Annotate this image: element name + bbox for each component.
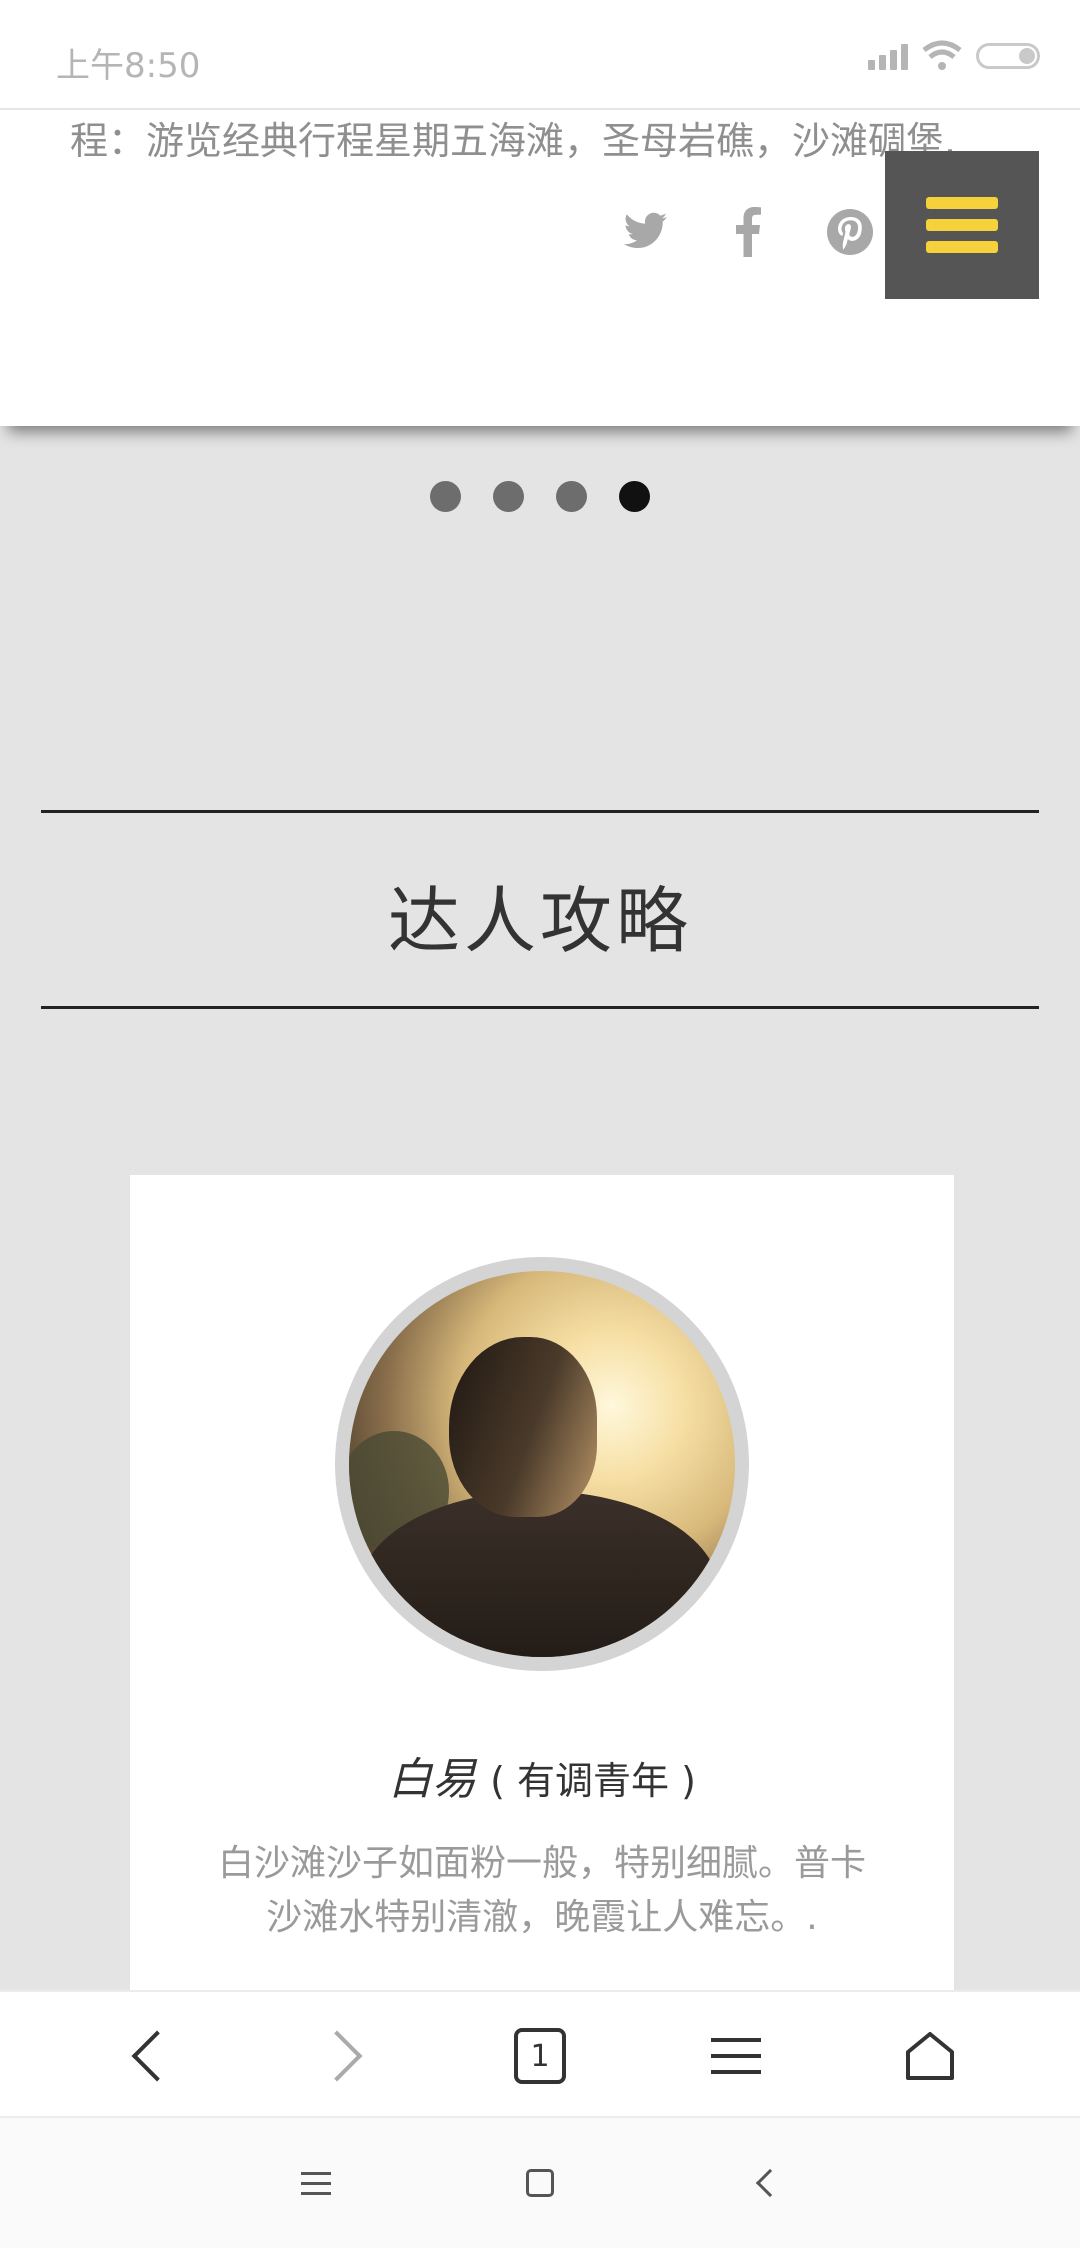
home-icon (906, 2032, 954, 2080)
author-name-line: 白易 ( 有调青年 ) (130, 1743, 954, 1807)
wifi-icon (922, 40, 962, 70)
hamburger-icon (711, 2038, 761, 2074)
recents-icon (301, 2171, 331, 2195)
square-icon (526, 2169, 554, 2197)
signal-icon (868, 42, 908, 70)
system-nav-bar (0, 2118, 1080, 2248)
slide-text: 程：游览经典行程星期五海滩，圣母岩礁，沙滩碉堡. (70, 119, 957, 163)
slider-dots (0, 481, 1080, 512)
tabs-icon: 1 (514, 2028, 566, 2084)
status-icons (868, 40, 1040, 72)
author-description: 白沙滩沙子如面粉一般，特别细腻。普卡沙滩水特别清澈，晚霞让人难忘。. (217, 1843, 866, 1938)
tabs-button[interactable]: 1 (498, 2014, 582, 2098)
slider-dot[interactable] (430, 481, 461, 512)
chevron-left-icon (131, 2030, 183, 2082)
slider-dot[interactable] (493, 481, 524, 512)
twitter-icon[interactable] (620, 206, 672, 258)
section-title: 达人攻略 (387, 879, 692, 963)
slider-dot[interactable] (556, 481, 587, 512)
social-links (620, 206, 876, 258)
avatar-ring (335, 1257, 749, 1671)
tab-count: 1 (530, 2038, 550, 2074)
system-home-button[interactable] (510, 2156, 570, 2210)
status-bar: 上午8:50 (0, 0, 1080, 110)
home-button[interactable] (888, 2014, 972, 2098)
forward-button[interactable] (302, 2014, 386, 2098)
menu-button[interactable] (885, 151, 1039, 299)
back-button[interactable] (108, 2014, 192, 2098)
recents-button[interactable] (286, 2156, 346, 2210)
section-rule-bottom (41, 1006, 1039, 1009)
battery-icon (976, 43, 1040, 69)
status-time: 上午8:50 (56, 46, 201, 86)
pinterest-icon[interactable] (824, 206, 876, 258)
slider-dot-active[interactable] (619, 481, 650, 512)
browser-menu-button[interactable] (694, 2014, 778, 2098)
back-icon (755, 2168, 785, 2198)
avatar (349, 1271, 735, 1657)
author-title: ( 有调青年 ) (490, 1759, 696, 1803)
author-card[interactable]: 白易 ( 有调青年 ) 白沙滩沙子如面粉一般，特别细腻。普卡沙滩水特别清澈，晚霞… (130, 1175, 954, 2005)
author-name: 白易 (388, 1754, 477, 1805)
facebook-icon[interactable] (722, 206, 774, 258)
browser-toolbar: 1 (0, 1990, 1080, 2118)
section-rule-top (41, 810, 1039, 813)
chevron-right-icon (311, 2030, 363, 2082)
system-back-button[interactable] (740, 2156, 800, 2210)
